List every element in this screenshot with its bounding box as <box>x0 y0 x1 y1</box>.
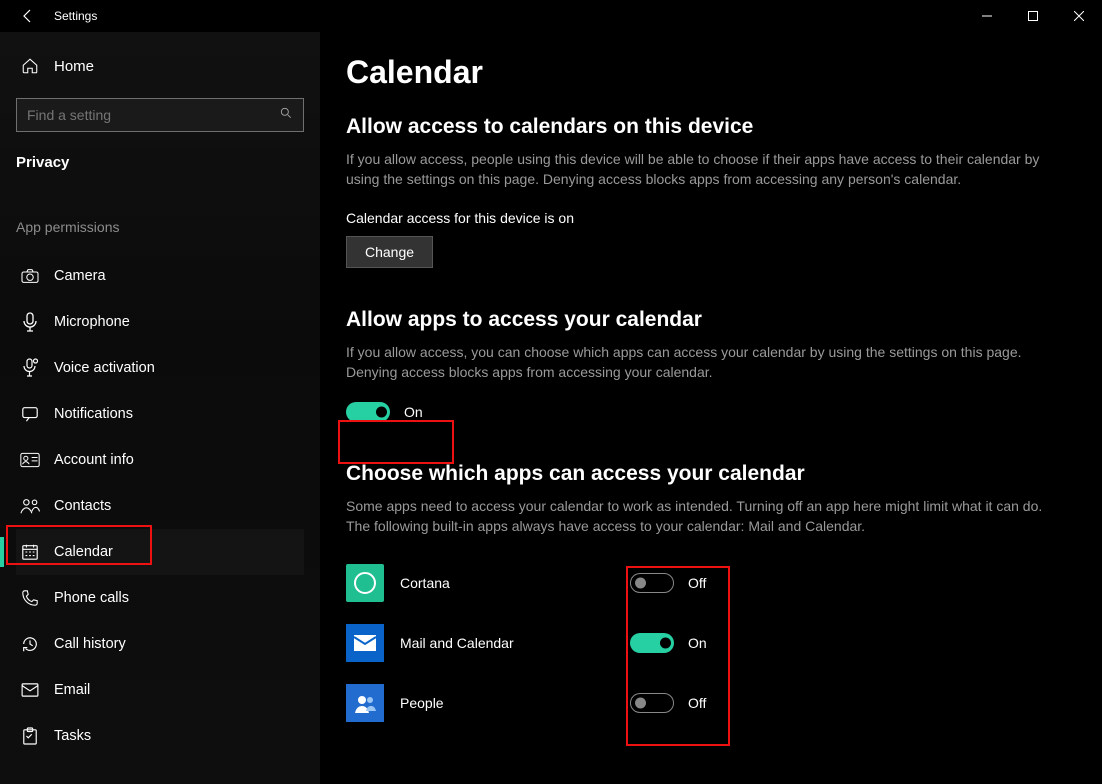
app-toggle-cortana[interactable] <box>630 573 674 593</box>
device-access-status: Calendar access for this device is on <box>346 210 1102 226</box>
app-toggle-people[interactable] <box>630 693 674 713</box>
nav-section-header: Privacy <box>16 154 304 171</box>
app-access-toggle[interactable] <box>346 402 390 422</box>
device-access-heading: Allow access to calendars on this device <box>346 115 1102 139</box>
sidebar-item-label: Email <box>54 682 90 698</box>
highlight-box <box>338 420 454 464</box>
microphone-icon <box>20 312 40 332</box>
app-access-toggle-label: On <box>404 404 423 420</box>
page-title: Calendar <box>346 54 1102 91</box>
sidebar-item-tasks[interactable]: Tasks <box>16 713 304 759</box>
maximize-button[interactable] <box>1010 0 1056 32</box>
choose-apps-desc: Some apps need to access your calendar t… <box>346 496 1046 537</box>
minimize-button[interactable] <box>964 0 1010 32</box>
sidebar-item-account-info[interactable]: Account info <box>16 437 304 483</box>
device-access-desc: If you allow access, people using this d… <box>346 149 1046 190</box>
sidebar-item-label: Camera <box>54 268 106 284</box>
app-toggle-label: On <box>688 635 707 651</box>
sidebar-item-voice-activation[interactable]: Voice activation <box>16 345 304 391</box>
app-toggle-label: Off <box>688 575 706 591</box>
app-row-people: People Off <box>346 673 1102 733</box>
people-icon <box>346 684 384 722</box>
back-button[interactable] <box>8 0 48 32</box>
mail-calendar-icon <box>346 624 384 662</box>
sidebar-item-label: Microphone <box>54 314 130 330</box>
app-access-desc: If you allow access, you can choose whic… <box>346 342 1046 383</box>
sidebar-item-calendar[interactable]: Calendar <box>16 529 304 575</box>
app-row-cortana: Cortana Off <box>346 553 1102 613</box>
camera-icon <box>20 268 40 284</box>
sidebar-item-microphone[interactable]: Microphone <box>16 299 304 345</box>
sidebar-item-phone-calls[interactable]: Phone calls <box>16 575 304 621</box>
change-button[interactable]: Change <box>346 236 433 268</box>
app-toggle-mail-calendar[interactable] <box>630 633 674 653</box>
sidebar-item-label: Tasks <box>54 728 91 744</box>
app-name: Cortana <box>400 575 630 591</box>
sidebar-item-notifications[interactable]: Notifications <box>16 391 304 437</box>
window-title: Settings <box>54 9 97 23</box>
app-name: Mail and Calendar <box>400 635 630 651</box>
email-icon <box>20 683 40 697</box>
voice-activation-icon <box>20 358 40 378</box>
sidebar-item-call-history[interactable]: Call history <box>16 621 304 667</box>
cortana-icon <box>346 564 384 602</box>
app-access-heading: Allow apps to access your calendar <box>346 308 1102 332</box>
sidebar-item-label: Contacts <box>54 498 111 514</box>
search-input[interactable] <box>16 98 304 132</box>
sidebar-item-label: Calendar <box>54 544 113 560</box>
close-button[interactable] <box>1056 0 1102 32</box>
main-content: Calendar Allow access to calendars on th… <box>320 32 1102 784</box>
choose-apps-heading: Choose which apps can access your calend… <box>346 462 1102 486</box>
nav-home[interactable]: Home <box>16 44 304 88</box>
nav-group-label: App permissions <box>16 219 304 235</box>
sidebar-item-label: Phone calls <box>54 590 129 606</box>
search-icon <box>279 106 293 125</box>
app-name: People <box>400 695 630 711</box>
sidebar-item-label: Notifications <box>54 406 133 422</box>
home-icon <box>20 57 40 75</box>
tasks-icon <box>20 727 40 745</box>
call-history-icon <box>20 635 40 653</box>
phone-icon <box>20 589 40 607</box>
contacts-icon <box>20 497 40 515</box>
nav-home-label: Home <box>54 58 94 75</box>
sidebar-item-label: Voice activation <box>54 360 155 376</box>
account-info-icon <box>20 452 40 468</box>
app-toggle-label: Off <box>688 695 706 711</box>
sidebar-item-contacts[interactable]: Contacts <box>16 483 304 529</box>
app-row-mail-calendar: Mail and Calendar On <box>346 613 1102 673</box>
search-field[interactable] <box>27 107 279 123</box>
sidebar: Home Privacy App permissions Camera Micr… <box>0 32 320 784</box>
sidebar-item-camera[interactable]: Camera <box>16 253 304 299</box>
calendar-icon <box>20 543 40 561</box>
sidebar-item-email[interactable]: Email <box>16 667 304 713</box>
sidebar-item-label: Account info <box>54 452 134 468</box>
notifications-icon <box>20 405 40 423</box>
sidebar-item-label: Call history <box>54 636 126 652</box>
